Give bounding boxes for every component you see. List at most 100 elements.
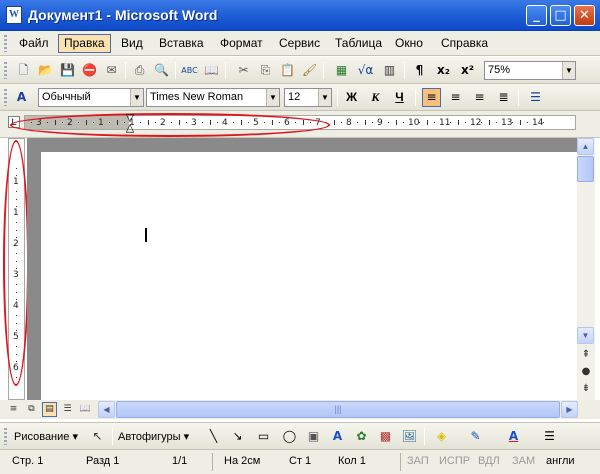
autoshapes-menu-button[interactable]: Автофигуры ▾ (118, 430, 189, 443)
vertical-ruler[interactable]: 1 1 2 3 4 5 6 (8, 138, 25, 400)
menu-table[interactable]: Таблица (330, 34, 387, 53)
indent-marker-icon[interactable]: ▽ △ (124, 112, 136, 133)
status-track-changes[interactable]: ИСПР (439, 455, 470, 467)
style-combo[interactable]: Обычный ▼ (38, 88, 144, 107)
chevron-down-icon[interactable]: ▼ (130, 89, 143, 106)
diagram-icon[interactable]: ✿ (352, 427, 371, 446)
clip-art-icon[interactable]: ▩ (376, 427, 395, 446)
copy-icon[interactable]: ⎘ (256, 61, 275, 80)
menu-insert[interactable]: Вставка (154, 34, 209, 53)
menu-help[interactable]: Справка (436, 34, 493, 53)
oval-icon[interactable]: ◯ (280, 427, 299, 446)
toolbar-grip[interactable] (4, 428, 7, 445)
superscript-icon[interactable]: x² (458, 61, 477, 80)
subscript-icon[interactable]: x₂ (434, 61, 453, 80)
menu-view[interactable]: Вид (116, 34, 148, 53)
ruler-minor-tick (295, 122, 296, 123)
horizontal-scrollbar[interactable]: ◀ ||| ▶ (98, 401, 578, 418)
justify-icon[interactable]: ≣ (494, 88, 513, 107)
menu-tools[interactable]: Сервис (274, 34, 325, 53)
show-formatting-icon[interactable]: ¶ (410, 61, 429, 80)
italic-button[interactable]: К (366, 88, 385, 107)
open-folder-icon[interactable]: 📂 (36, 61, 55, 80)
reading-layout-icon[interactable]: 📖 (78, 402, 93, 417)
fill-color-icon[interactable]: ◈ (432, 427, 451, 446)
close-button[interactable]: ✕ (574, 5, 595, 26)
menu-edit[interactable]: Правка (58, 34, 111, 53)
scroll-left-icon[interactable]: ◀ (98, 401, 115, 418)
insert-formula-icon[interactable]: √α (356, 61, 375, 80)
tab-selector-icon[interactable]: L (8, 116, 20, 128)
align-center-icon[interactable]: ≡ (446, 88, 465, 107)
new-document-icon[interactable]: 🗋 (14, 61, 33, 80)
scroll-thumb[interactable] (577, 156, 594, 182)
toolbar-grip[interactable] (4, 89, 7, 106)
align-right-icon[interactable]: ≡ (470, 88, 489, 107)
word-app-icon[interactable]: W (6, 6, 22, 24)
print-icon[interactable]: ⎙ (130, 61, 149, 80)
picture-icon[interactable]: 🖼 (400, 427, 419, 446)
toolbar-grip[interactable] (4, 35, 7, 52)
bold-button[interactable]: Ж (342, 88, 361, 107)
select-objects-icon[interactable]: ↖ (88, 427, 107, 446)
scroll-down-icon[interactable]: ▼ (577, 327, 594, 344)
bullets-icon[interactable]: ☰ (526, 88, 545, 107)
print-preview-icon[interactable]: 🔍 (152, 61, 171, 80)
menu-file[interactable]: Файл (14, 34, 54, 53)
scroll-thumb[interactable]: ||| (116, 401, 560, 418)
chevron-down-icon[interactable]: ▼ (562, 62, 575, 79)
ruler-tick-label: 12 (470, 118, 482, 128)
cut-icon[interactable]: ✂ (234, 61, 253, 80)
save-icon[interactable]: 💾 (58, 61, 77, 80)
status-overtype[interactable]: ЗАМ (512, 455, 535, 467)
print-layout-icon[interactable]: ▤ (42, 402, 57, 417)
columns-icon[interactable]: ▥ (380, 61, 399, 80)
text-box-icon[interactable]: ▣ (304, 427, 323, 446)
horizontal-ruler[interactable]: 3 2 1 1 2 3 4 5 6 7 8 9 10 11 12 13 14 (24, 115, 576, 130)
status-record[interactable]: ЗАП (407, 455, 429, 467)
line-style-icon[interactable]: ☰ (540, 427, 559, 446)
align-left-icon[interactable]: ≡ (422, 88, 441, 107)
normal-view-icon[interactable]: ≡ (6, 402, 21, 417)
vertical-scrollbar[interactable]: ▲ ▼ ⇞ ● ⇟ (577, 138, 595, 400)
permission-icon[interactable]: ⛔ (80, 61, 99, 80)
wordart-icon[interactable]: A (328, 427, 347, 446)
scroll-right-icon[interactable]: ▶ (561, 401, 578, 418)
menu-format[interactable]: Формат (215, 34, 268, 53)
draw-menu-button[interactable]: Рисование ▾ (14, 430, 78, 443)
chevron-down-icon[interactable]: ▼ (318, 89, 331, 106)
ruler-tick-label: 13 (501, 118, 513, 128)
minimize-button[interactable]: _ (526, 5, 547, 26)
select-browse-object-icon[interactable]: ● (578, 365, 594, 379)
research-icon[interactable]: 📖 (202, 61, 221, 80)
font-color-icon[interactable]: A (504, 427, 523, 446)
underline-button[interactable]: Ч (390, 88, 409, 107)
arrow-icon[interactable]: ↘ (228, 427, 247, 446)
maximize-button[interactable]: □ (550, 5, 571, 26)
zoom-combo[interactable]: 75% ▼ (484, 61, 576, 80)
document-page[interactable] (41, 152, 577, 400)
rectangle-icon[interactable]: ▭ (254, 427, 273, 446)
next-page-icon[interactable]: ⇟ (578, 382, 594, 396)
email-icon[interactable]: ✉ (102, 61, 121, 80)
scroll-up-icon[interactable]: ▲ (577, 138, 594, 155)
ruler-minor-tick (62, 122, 63, 123)
web-layout-icon[interactable]: ⧉ (24, 402, 39, 417)
format-painter-icon[interactable]: 🖌 (300, 61, 319, 80)
paste-icon[interactable]: 📋 (278, 61, 297, 80)
spelling-icon[interactable]: ABC (180, 61, 199, 80)
status-extend[interactable]: ВДЛ (478, 455, 500, 467)
line-icon[interactable]: ╲ (204, 427, 223, 446)
chevron-down-icon[interactable]: ▼ (266, 89, 279, 106)
toolbar-grip[interactable] (4, 62, 7, 79)
font-combo[interactable]: Times New Roman ▼ (146, 88, 280, 107)
ruler-minor-tick (16, 346, 17, 347)
outline-view-icon[interactable]: ☰ (60, 402, 75, 417)
insert-table-icon[interactable]: ▦ (332, 61, 351, 80)
ruler-minor-tick (16, 168, 17, 169)
styles-pane-icon[interactable]: A (12, 88, 31, 107)
font-size-combo[interactable]: 12 ▼ (284, 88, 332, 107)
line-color-icon[interactable]: ✎ (466, 427, 485, 446)
menu-window[interactable]: Окно (390, 34, 428, 53)
previous-page-icon[interactable]: ⇞ (578, 348, 594, 362)
